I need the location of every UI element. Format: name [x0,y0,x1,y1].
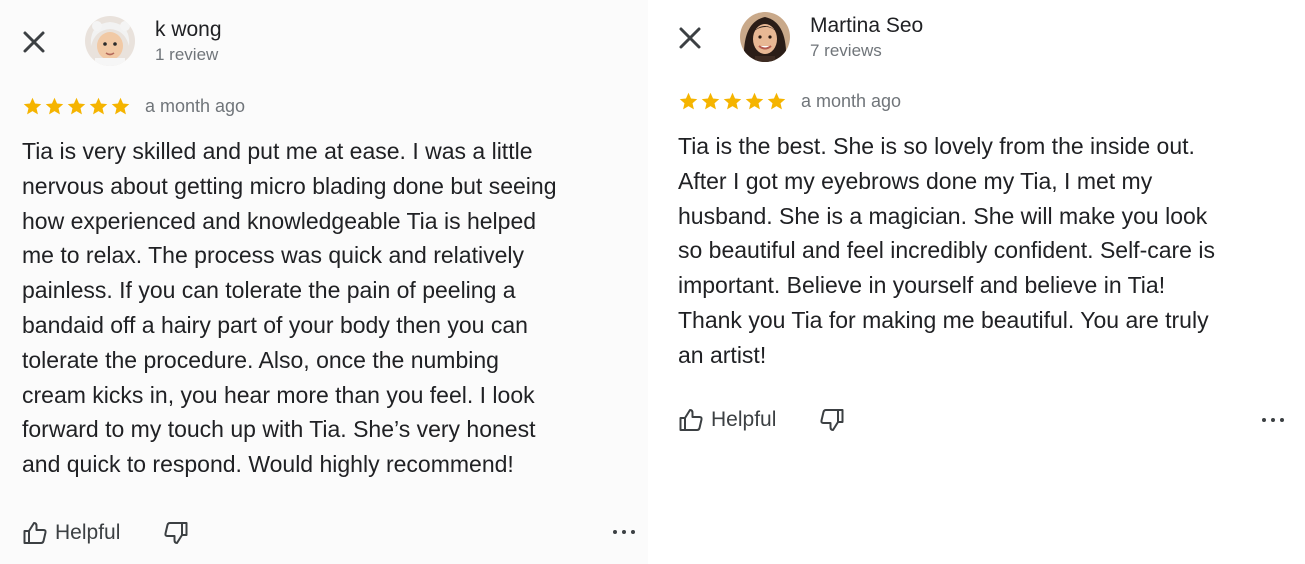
star-icon [23,97,42,114]
review-text-line: nervous about getting micro blading done… [22,172,557,199]
rating-row: a month ago [678,90,901,112]
reviewer-name[interactable]: Martina Seo [810,14,923,38]
thumb-up-icon [679,409,703,431]
review-text-line: how experienced and knowledgeable Tia is… [22,207,537,234]
rating-row: a month ago [22,95,245,117]
review-card-k-wong: k wong 1 review a month ago Tia is very … [0,0,648,564]
review-text-line: an artist! [678,341,767,368]
helpful-button[interactable]: Helpful [22,520,120,546]
star-icon [89,97,108,114]
close-button[interactable] [676,24,704,52]
star-icon [111,97,130,114]
review-text-line: cream kicks in, you hear more than you f… [22,381,535,408]
review-text-line: important. Believe in yourself and belie… [678,272,1166,299]
review-text-line: me to relax. The process was quick and r… [22,242,524,269]
review-text: Tia is very skilled and put me at ease. … [22,134,556,482]
review-text-line: bandaid off a hairy part of your body th… [22,311,528,338]
review-text-line: Tia is the best. She is so lovely from t… [678,133,1195,159]
more-horizontal-icon-dot [622,530,626,534]
reviewer-review-count: 7 reviews [810,41,882,60]
star-icon [745,92,764,109]
woman-photo-avatar [740,12,790,62]
more-horizontal-icon-dot [613,530,617,534]
review-card-martina-seo: Martina Seo 7 reviews a month ago Tia is… [656,0,1305,564]
more-horizontal-icon-dot [1262,418,1266,422]
review-actions: Helpful [22,518,189,548]
review-actions: Helpful [678,405,845,435]
close-icon [23,31,45,53]
review-text-line: so beautiful and feel incredibly confide… [678,237,1215,264]
reviewer-avatar[interactable] [85,16,135,66]
review-text-line: After I got my eyebrows done my Tia, I m… [678,167,1153,194]
star-rating [678,91,787,112]
reviewer-name[interactable]: k wong [155,18,222,42]
star-icon [67,97,86,114]
helpful-button[interactable]: Helpful [678,407,776,433]
star-icon [45,97,64,114]
close-icon [679,27,701,49]
more-horizontal-icon-dot [631,530,635,534]
more-options-button[interactable] [613,528,635,536]
thumb-down-icon [164,522,188,544]
review-text-line: forward to my touch up with Tia. She’s v… [22,416,536,443]
review-text: Tia is the best. She is so lovely from t… [678,129,1215,373]
star-icon [767,92,786,109]
close-button[interactable] [20,28,48,56]
not-helpful-button[interactable] [819,407,845,433]
star-icon [723,92,742,109]
baby-photo-avatar [85,16,135,66]
reviewer-avatar[interactable] [740,12,790,62]
review-text-line: Tia is very skilled and put me at ease. … [22,138,533,164]
star-rating [22,96,131,117]
helpful-label: Helpful [55,521,121,544]
review-text-line: painless. If you can tolerate the pain o… [22,277,516,304]
thumb-up-icon [23,522,47,544]
star-icon [679,92,698,109]
review-date: a month ago [145,95,246,116]
more-options-button[interactable] [1262,416,1284,424]
review-text-line: and quick to respond. Would highly recom… [22,451,514,478]
reviewer-review-count: 1 review [155,45,219,64]
thumb-down-icon [820,409,844,431]
review-text-line: Thank you Tia for making me beautiful. Y… [678,306,1209,333]
more-horizontal-icon-dot [1280,418,1284,422]
more-horizontal-icon-dot [1271,418,1275,422]
review-text-line: husband. She is a magician. She will mak… [678,202,1208,229]
review-text-line: tolerate the procedure. Also, once the n… [22,346,499,373]
star-icon [701,92,720,109]
review-date: a month ago [801,90,902,111]
not-helpful-button[interactable] [163,520,189,546]
helpful-label: Helpful [711,408,777,431]
